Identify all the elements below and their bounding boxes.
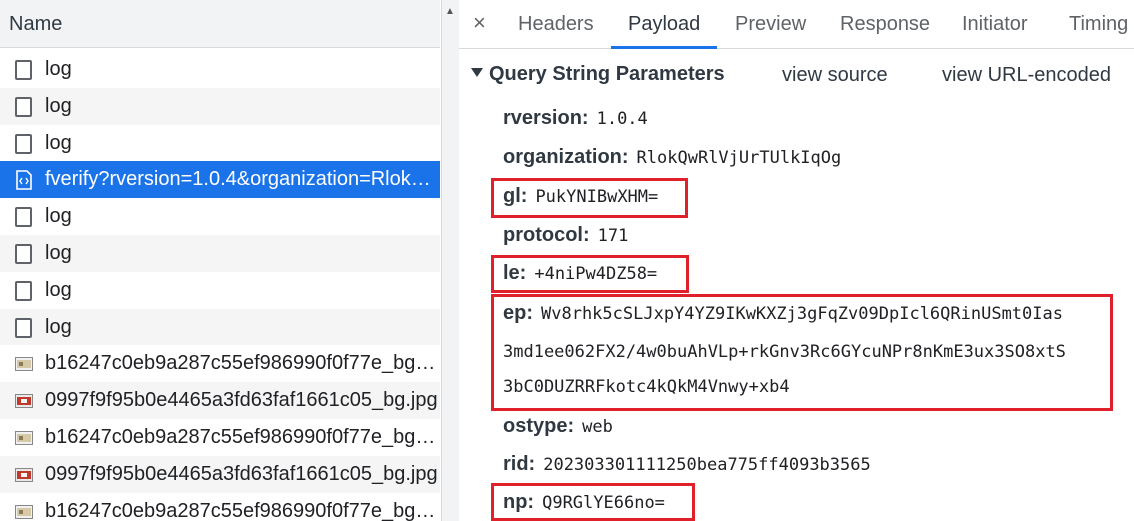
request-row[interactable]: log [0,198,440,235]
view-source-link[interactable]: view source [782,64,888,87]
request-name: log [45,94,72,117]
param-ostype: ostype: web [503,415,613,438]
param-organization: organization: RlokQwRlVjUrTUlkIqOg [503,146,841,169]
param-key: ostype: [503,415,575,437]
section-title-label: Query String Parameters [489,63,725,85]
tab-initiator[interactable]: Initiator [962,13,1028,36]
name-column-header[interactable]: Name [0,0,440,48]
checkbox-icon [15,317,33,338]
details-tab-bar: × Headers Payload Preview Response Initi… [459,0,1134,49]
request-row[interactable]: b16247c0eb9a287c55ef986990f0f77e_bg.jpg [0,419,440,456]
request-name: b16247c0eb9a287c55ef986990f0f77e_bg.jpg [45,499,440,521]
checkbox-icon [15,207,33,228]
request-name: log [45,58,72,80]
image-icon [15,430,33,449]
list-scrollbar[interactable] [444,0,456,521]
request-details-pane: × Headers Payload Preview Response Initi… [459,0,1134,521]
image-icon [15,504,33,521]
param-value: 1.0.4 [596,109,648,129]
request-name: 0997f9f95b0e4465a3fd63faf1661c05_bg.jpg [45,389,438,412]
param-rversion: rversion: 1.0.4 [503,107,648,130]
tab-response[interactable]: Response [840,13,930,36]
request-name: fverify?rversion=1.0.4&organization=Rlok… [45,168,440,191]
request-row[interactable]: 0997f9f95b0e4465a3fd63faf1661c05_bg.jpg [0,455,440,493]
expand-triangle-icon [471,68,483,77]
param-key: rid: [503,453,536,475]
param-key: organization: [503,146,629,168]
request-row[interactable]: log [0,51,440,88]
param-key: rversion: [503,107,589,129]
document-icon [15,170,33,191]
checkbox-icon [15,60,33,80]
close-icon[interactable]: × [473,10,486,36]
param-value: web [582,417,613,437]
highlight-box-np [491,483,695,521]
request-row[interactable]: log [0,272,440,309]
request-row[interactable]: fverify?rversion=1.0.4&organization=Rlok… [0,161,440,199]
request-row[interactable]: log [0,234,440,272]
request-row[interactable]: b16247c0eb9a287c55ef986990f0f77e_bg.jpg [0,345,440,382]
request-name: log [45,131,72,154]
tab-payload[interactable]: Payload [628,13,700,36]
image-red-icon [15,467,33,486]
request-rows: log log log fverify?rversion=1.0.4&organiza… [0,51,440,521]
param-value: RlokQwRlVjUrTUlkIqOg [636,148,842,168]
query-string-section-header[interactable]: Query String Parameters [471,63,725,86]
request-name: log [45,315,72,338]
request-name: b16247c0eb9a287c55ef986990f0f77e_bg.jpg [45,352,440,375]
checkbox-icon [15,243,33,264]
request-row[interactable]: log [0,308,440,346]
image-icon [15,357,33,375]
request-row[interactable]: b16247c0eb9a287c55ef986990f0f77e_bg.jpg [0,493,440,521]
scroll-up-icon[interactable]: ▲ [445,6,455,17]
request-name: log [45,278,72,301]
param-value: 171 [597,226,629,246]
name-column-label: Name [9,13,63,35]
param-value: 202303301111250bea775ff4093b3565 [543,455,871,475]
request-name: log [45,241,72,264]
param-key: protocol: [503,224,590,246]
tab-headers[interactable]: Headers [518,13,594,36]
param-protocol: protocol: 171 [503,224,628,247]
highlight-box-le [491,255,689,293]
param-rid: rid: 202303301111250bea775ff4093b3565 [503,453,871,476]
request-name: 0997f9f95b0e4465a3fd63faf1661c05_bg.jpg [45,462,438,485]
checkbox-icon [15,133,33,154]
request-name: b16247c0eb9a287c55ef986990f0f77e_bg.jpg [45,425,440,448]
checkbox-icon [15,96,33,117]
view-url-encoded-link[interactable]: view URL-encoded [942,64,1111,87]
request-row[interactable]: log [0,125,440,162]
network-request-list: Name log log log fverify?rversion=1.0.4&org… [0,0,441,521]
highlight-box-ep [491,294,1113,411]
tab-timing[interactable]: Timing [1069,13,1128,36]
request-row[interactable]: 0997f9f95b0e4465a3fd63faf1661c05_bg.jpg [0,382,440,419]
request-row[interactable]: log [0,87,440,125]
request-name: log [45,205,72,228]
active-tab-indicator [611,46,717,49]
image-red-icon [15,394,33,412]
highlight-box-gl [491,178,688,218]
pane-divider[interactable]: ▲ [441,0,459,521]
checkbox-icon [15,280,33,301]
tab-preview[interactable]: Preview [735,13,806,36]
